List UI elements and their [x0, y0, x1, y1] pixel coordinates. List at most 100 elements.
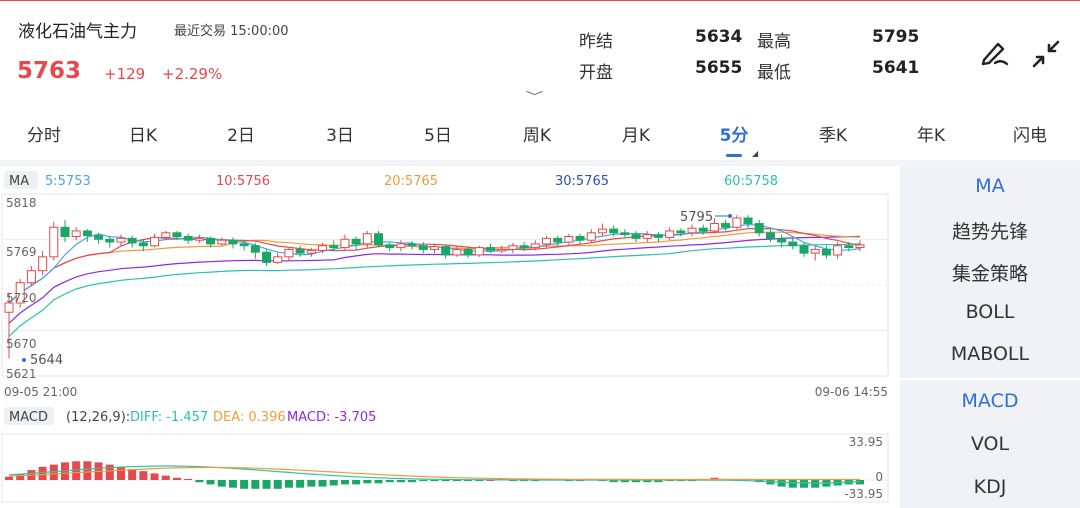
ma-badge: MA: [9, 174, 29, 189]
draw-tool-icon[interactable]: [978, 36, 1012, 70]
side-main-4[interactable]: MABOLL: [900, 343, 1080, 365]
macd-badge: MACD: [9, 410, 48, 425]
candle-body: [575, 235, 585, 241]
ma20-label: 20:5765: [384, 174, 438, 189]
top-accent-line: [0, 0, 1080, 1]
macd-frame: [1, 433, 889, 503]
candle-body: [452, 248, 462, 256]
macd-hist-bar: [777, 480, 786, 487]
candle-body: [721, 223, 731, 228]
macd-hist-bar: [139, 471, 148, 480]
macd-hist-bar: [329, 480, 338, 486]
tab-7[interactable]: 5分 ◢: [692, 122, 776, 158]
time-end: 09-06 14:55: [815, 385, 888, 399]
side-main-3[interactable]: BOLL: [900, 301, 1080, 323]
candle-body: [418, 245, 428, 250]
tab-1[interactable]: 日K: [101, 122, 185, 150]
macd-hist-bar: [116, 466, 125, 480]
sub-indicator-panel: MACD VOL KDJ: [900, 380, 1080, 508]
candle-body: [777, 237, 787, 243]
candle-body: [620, 232, 630, 236]
open-label: 开盘: [579, 63, 613, 83]
macd-hist-bar: [307, 480, 316, 487]
candle-body: [206, 237, 216, 245]
candle-body: [407, 243, 417, 247]
candle-body: [844, 245, 854, 249]
macd-hist-bar: [217, 480, 226, 487]
candle-body: [665, 230, 675, 238]
candle-body: [374, 233, 384, 246]
macd-hist-bar: [195, 480, 204, 483]
candle-body: [508, 245, 518, 250]
candle-body: [609, 228, 619, 234]
macd-hist-bar: [296, 480, 305, 488]
candle-body: [306, 249, 316, 254]
macd-hist-bar: [800, 480, 809, 488]
macd-hist-bar: [811, 480, 820, 488]
side-sub-0[interactable]: MACD: [900, 390, 1080, 412]
tab-label: 周K: [522, 126, 552, 146]
macd-dea: DEA: 0.396: [213, 410, 286, 425]
macd-hist-bar: [251, 480, 260, 489]
tab-3[interactable]: 3日: [298, 122, 382, 150]
macd-hist-bar: [105, 464, 114, 480]
macd-hist-bar: [184, 478, 193, 480]
tab-5[interactable]: 周K: [495, 122, 579, 150]
macd-hist-bar: [228, 480, 237, 488]
tab-label: 日K: [128, 126, 158, 146]
low-value: 5641: [872, 58, 920, 78]
tab-0[interactable]: 分时: [2, 122, 86, 150]
active-tab-underline: [726, 154, 742, 157]
tab-6[interactable]: 月K: [594, 122, 678, 150]
macd-hist-bar: [318, 480, 327, 487]
candle-body: [698, 227, 708, 232]
candle-body: [642, 234, 652, 239]
open-value: 5655: [695, 58, 743, 78]
macd-hist-bar: [240, 480, 249, 489]
macd-hist-bar: [340, 480, 349, 485]
side-sub-2[interactable]: KDJ: [900, 476, 1080, 498]
candle-body: [60, 226, 70, 237]
candle-body: [385, 244, 395, 249]
macd-hist-bar: [161, 475, 170, 480]
tab-9[interactable]: 年K: [889, 122, 973, 150]
axis-label-mid: 5769: [6, 245, 37, 259]
candle-body: [653, 234, 663, 238]
macd-hist-bar: [262, 480, 271, 489]
candle-body: [788, 241, 798, 247]
high-value: 5795: [872, 27, 920, 47]
macd-hist-bar: [396, 480, 405, 483]
time-start: 09-05 21:00: [4, 385, 77, 399]
candle-body: [138, 242, 148, 247]
candle-body: [262, 251, 272, 263]
side-sub-1[interactable]: VOL: [900, 433, 1080, 455]
side-main-1[interactable]: 趋势先锋: [900, 217, 1080, 244]
expand-chevron-icon[interactable]: ﹀: [526, 88, 544, 104]
main-indicator-panel: MA 趋势先锋集金策略 BOLL MABOLL: [900, 166, 1080, 378]
side-main-2[interactable]: 集金策略: [900, 259, 1080, 286]
candle-body: [362, 233, 372, 245]
tab-label: 3日: [326, 126, 354, 146]
prev-settle-value: 5634: [695, 27, 743, 47]
side-main-0[interactable]: MA: [900, 175, 1080, 197]
macd-hist-bar: [441, 480, 450, 482]
candle-body: [340, 238, 350, 249]
collapse-icon[interactable]: [1030, 38, 1062, 70]
max-price-mark: 5795: [680, 210, 713, 225]
candle-body: [273, 256, 283, 263]
tab-8[interactable]: 季K: [791, 122, 875, 150]
tab-10[interactable]: 闪电: [988, 122, 1072, 150]
candle-body: [743, 217, 753, 225]
candle-body: [553, 237, 563, 243]
tab-4[interactable]: 5日: [396, 122, 480, 150]
macd-hist-bar: [352, 480, 361, 485]
tab-label: 月K: [621, 126, 651, 146]
candle-body: [833, 245, 843, 256]
candle-body: [821, 248, 831, 256]
tab-label: 闪电: [1013, 126, 1047, 146]
tab-label: 5日: [424, 126, 452, 146]
macd-hist-bar: [172, 477, 181, 480]
tab-2[interactable]: 2日: [199, 122, 283, 150]
macd-axis-bottom: -33.95: [844, 487, 883, 501]
kline-chart[interactable]: MA 5:5753 10:5756 20:5765 30:5765 60:5758 5818…: [0, 166, 898, 508]
